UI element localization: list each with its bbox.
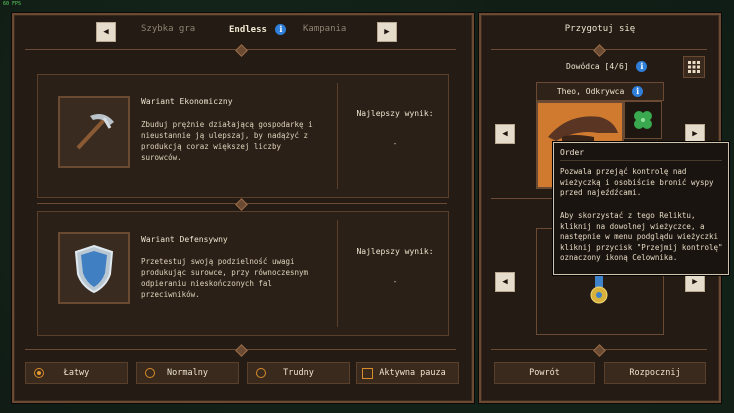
checkbox-active-pause — [362, 368, 373, 379]
variant-icon-frame — [58, 232, 130, 304]
grid-view-button[interactable] — [683, 56, 705, 78]
tab-endless[interactable]: Endless i — [229, 24, 287, 35]
arrow-left-icon: ◀ — [502, 129, 508, 139]
prev-mode-button[interactable]: ◀ — [96, 22, 116, 42]
tooltip-text: Aby skorzystać z tego Reliktu, kliknij n… — [560, 211, 723, 263]
info-icon[interactable]: i — [275, 24, 287, 35]
info-icon[interactable]: i — [632, 86, 644, 97]
info-icon[interactable]: i — [636, 61, 648, 72]
arrow-left-icon: ◀ — [103, 27, 109, 37]
active-pause-label: Aktywna pauza — [379, 368, 446, 378]
difficulty-easy-label: Łatwy — [63, 368, 90, 378]
order-medal — [589, 273, 609, 309]
arrow-left-icon: ◀ — [502, 277, 508, 287]
variant-card-defensive[interactable]: Wariant Defensywny Przetestuj swoją podz… — [37, 211, 449, 336]
difficulty-normal-label: Normalny — [167, 368, 208, 378]
commander-count: Dowódca [4/6] — [566, 62, 629, 71]
radio-easy — [34, 368, 44, 378]
tab-campaign[interactable]: Kampania — [303, 24, 346, 34]
tab-endless-label: Endless — [229, 25, 267, 35]
shield-icon — [74, 244, 114, 294]
difficulty-easy-button[interactable]: Łatwy — [25, 362, 128, 384]
variant-description: Zbuduj prężnie działającą gospodarkę i n… — [141, 120, 313, 162]
next-commander-button[interactable]: ▶ — [685, 124, 705, 144]
pickaxe-icon — [76, 114, 114, 150]
relic-tooltip: Order Pozwala przejąć kontrolę nad wieży… — [553, 142, 729, 275]
clover-icon — [634, 111, 652, 129]
tooltip-text: Pozwala przejąć kontrolę nad wieżyczką i… — [560, 167, 714, 198]
arrow-right-icon: ▶ — [384, 27, 390, 37]
start-button[interactable]: Rozpocznij — [604, 362, 706, 384]
prev-commander-button[interactable]: ◀ — [495, 124, 515, 144]
commander-slot-label: Dowódca [4/6] i — [566, 61, 648, 72]
card-separator — [337, 220, 338, 327]
variant-icon-frame — [58, 96, 130, 168]
active-pause-toggle[interactable]: Aktywna pauza — [356, 362, 459, 384]
grid-icon — [688, 61, 700, 73]
best-score-value: - — [392, 139, 398, 148]
arrow-right-icon: ▶ — [692, 129, 698, 139]
tooltip-divider — [560, 160, 722, 161]
difficulty-hard-label: Trudny — [283, 368, 314, 378]
radio-normal — [145, 368, 155, 378]
medal-icon — [590, 273, 608, 304]
radio-hard — [256, 368, 266, 378]
tooltip-title: Order — [560, 148, 585, 157]
best-score-value: - — [392, 277, 398, 286]
next-relic-button[interactable]: ▶ — [685, 272, 705, 292]
variant-title: Wariant Ekonomiczny — [141, 97, 233, 106]
back-button[interactable]: Powrót — [494, 362, 595, 384]
variant-title: Wariant Defensywny — [141, 235, 228, 244]
arrow-right-icon: ▶ — [692, 277, 698, 287]
tab-quick-game[interactable]: Szybka gra — [141, 24, 195, 34]
card-separator — [337, 83, 338, 189]
variant-card-economic[interactable]: Wariant Ekonomiczny Zbuduj prężnie dział… — [37, 74, 449, 198]
relic-slot[interactable] — [624, 101, 662, 139]
best-score-label: Najlepszy wynik: — [356, 247, 434, 256]
difficulty-hard-button[interactable]: Trudny — [247, 362, 350, 384]
commander-name: Theo, Odkrywca — [556, 87, 625, 96]
fps-counter: 60 FPS — [3, 1, 22, 7]
best-score-label: Najlepszy wynik: — [356, 109, 434, 118]
prepare-title: Przygotuj się — [564, 24, 636, 34]
prev-relic-button[interactable]: ◀ — [495, 272, 515, 292]
variant-description: Przetestuj swoją podzielność uwagi produ… — [141, 257, 309, 299]
commander-name-plate: Theo, Odkrywca i — [536, 82, 664, 101]
difficulty-normal-button[interactable]: Normalny — [136, 362, 239, 384]
next-mode-button[interactable]: ▶ — [377, 22, 397, 42]
